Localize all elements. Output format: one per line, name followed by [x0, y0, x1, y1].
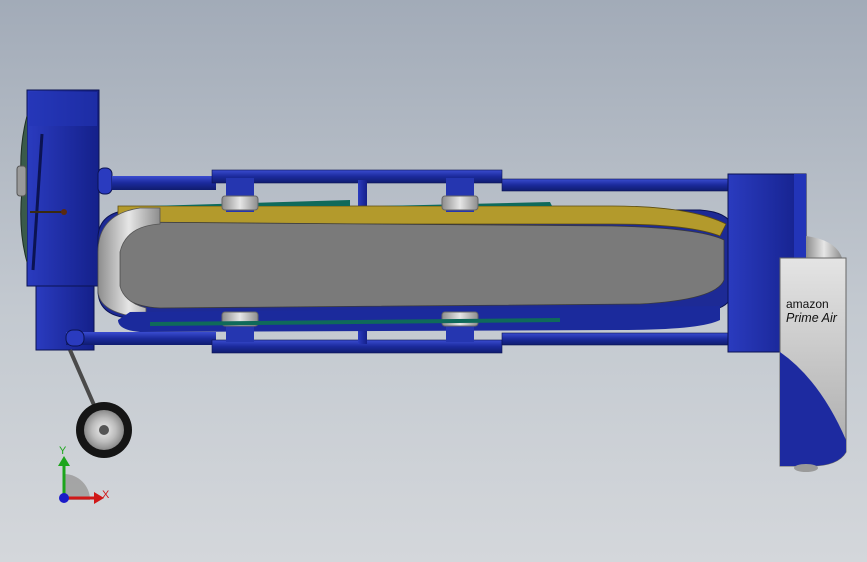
x-axis-label: X [102, 489, 110, 501]
tail-label-panel[interactable]: amazon Prime Air [779, 257, 847, 472]
landing-gear[interactable] [68, 349, 132, 458]
drone-model[interactable]: amazon Prime Air Y X [0, 0, 867, 562]
fuselage-body[interactable] [97, 200, 733, 332]
rear-motor-housing[interactable] [16, 89, 113, 351]
z-axis-dot [59, 493, 69, 503]
y-axis-label: Y [59, 445, 67, 457]
brand-line-1: amazon [786, 297, 829, 311]
cad-viewport[interactable]: amazon Prime Air Y X [0, 0, 867, 562]
brand-line-2: Prime Air [786, 311, 838, 325]
